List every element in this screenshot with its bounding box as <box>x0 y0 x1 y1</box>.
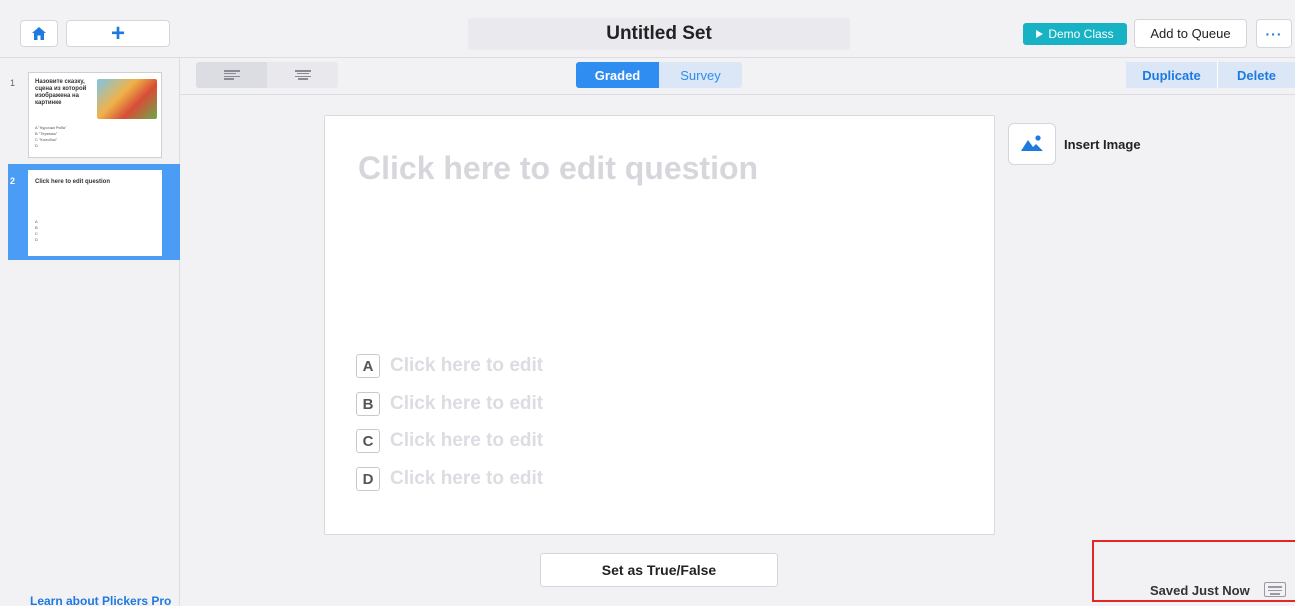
image-icon <box>1021 135 1043 151</box>
survey-button[interactable]: Survey <box>659 62 742 88</box>
add-to-queue-button[interactable]: Add to Queue <box>1134 19 1247 48</box>
thumbnail-question: Click here to edit question <box>35 179 111 185</box>
choice-d[interactable]: D Click here to edit <box>356 467 543 491</box>
choice-letter[interactable]: C <box>356 429 380 453</box>
slide-actions: Duplicate Delete <box>1126 62 1295 88</box>
demo-class-label: Demo Class <box>1048 27 1114 41</box>
more-options-button[interactable]: ··· <box>1256 19 1292 48</box>
thumbnail-answer: C "Колобок" <box>35 137 58 142</box>
align-center-icon <box>294 70 311 80</box>
question-input[interactable]: Click here to edit question <box>358 150 758 187</box>
choice-letter[interactable]: D <box>356 467 380 491</box>
thumbnail-image <box>97 79 157 119</box>
choice-letter[interactable]: A <box>356 354 380 378</box>
home-icon <box>32 27 46 40</box>
thumbnail-question: Назовите сказку, сцена из которой изобра… <box>35 79 87 106</box>
choice-b[interactable]: B Click here to edit <box>356 392 543 416</box>
slide-number: 1 <box>10 78 16 88</box>
learn-plickers-pro-link[interactable]: Learn about Plickers Pro <box>30 594 171 606</box>
choice-a[interactable]: A Click here to edit <box>356 354 543 378</box>
delete-button[interactable]: Delete <box>1218 62 1295 88</box>
choice-letter[interactable]: B <box>356 392 380 416</box>
save-status: Saved Just Now <box>1150 583 1250 598</box>
insert-image-label[interactable]: Insert Image <box>1064 137 1141 152</box>
choice-text-input[interactable]: Click here to edit <box>390 468 543 490</box>
new-question-button[interactable]: + <box>66 20 170 47</box>
align-left-icon <box>223 70 240 80</box>
insert-image-button[interactable] <box>1008 123 1056 165</box>
choice-text-input[interactable]: Click here to edit <box>390 430 543 452</box>
duplicate-button[interactable]: Duplicate <box>1126 62 1218 88</box>
choice-text-input[interactable]: Click here to edit <box>390 355 543 377</box>
align-left-button[interactable] <box>196 62 267 88</box>
thumbnail-answer: D <box>35 237 38 242</box>
question-mode-toggle: Graded Survey <box>576 62 742 88</box>
slide-number: 2 <box>10 176 16 186</box>
demo-class-button[interactable]: Demo Class <box>1023 23 1127 45</box>
text-align-group <box>196 62 338 88</box>
slide-sidebar: 1 Назовите сказку, сцена из которой изоб… <box>0 58 180 606</box>
slide-thumbnail: Click here to edit question A B C D <box>28 170 162 256</box>
plus-icon: + <box>110 19 125 47</box>
home-button[interactable] <box>20 20 58 47</box>
toolbar-divider <box>180 94 1295 95</box>
keyboard-icon[interactable] <box>1264 582 1286 597</box>
play-icon <box>1036 30 1044 38</box>
slide-thumbnail: Назовите сказку, сцена из которой изобра… <box>28 72 162 158</box>
thumbnail-answer: D <box>35 143 38 148</box>
choice-text-input[interactable]: Click here to edit <box>390 393 543 415</box>
align-center-button[interactable] <box>267 62 338 88</box>
choice-c[interactable]: C Click here to edit <box>356 429 543 453</box>
slide-item-2[interactable]: 2 Click here to edit question A B C D <box>8 164 180 260</box>
graded-button[interactable]: Graded <box>576 62 659 88</box>
slide-item-1[interactable]: 1 Назовите сказку, сцена из которой изоб… <box>8 66 180 162</box>
set-title[interactable]: Untitled Set <box>468 18 850 50</box>
set-true-false-button[interactable]: Set as True/False <box>540 553 778 587</box>
